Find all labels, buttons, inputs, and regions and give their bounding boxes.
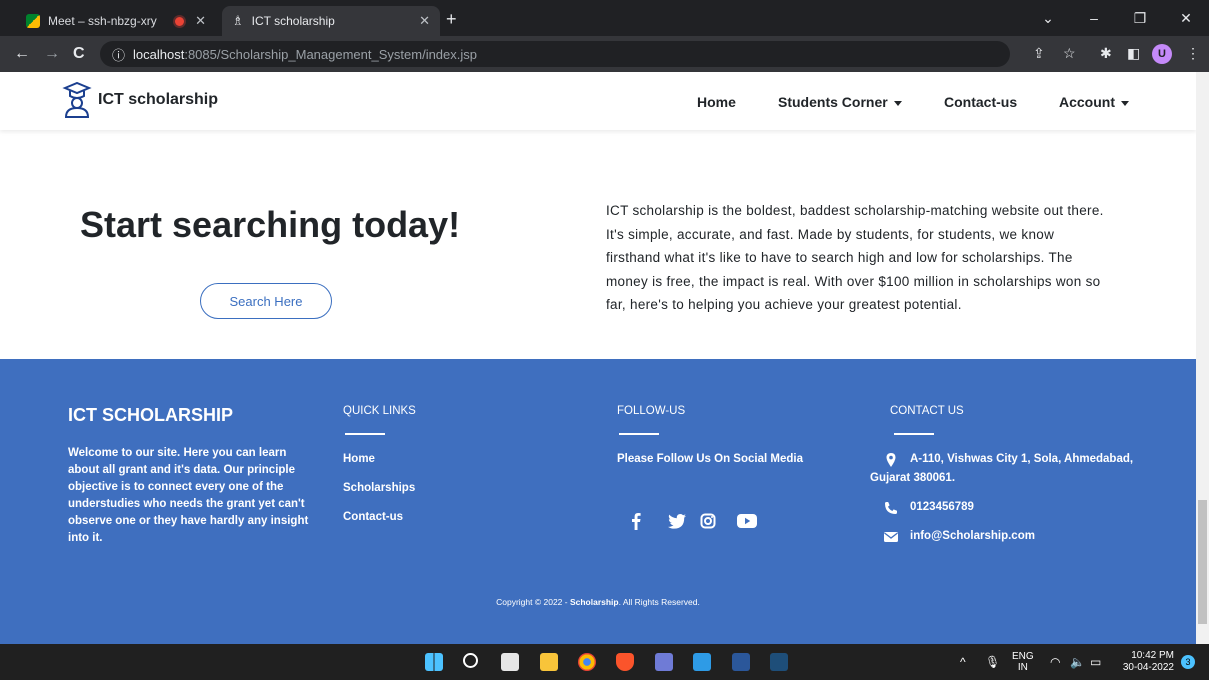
brave-icon[interactable] <box>616 653 634 671</box>
language-indicator[interactable]: ENG IN <box>1012 644 1034 680</box>
tab-search-icon[interactable]: ⌄ <box>1025 10 1071 27</box>
caret-down-icon <box>1121 100 1129 106</box>
footer-link-contact-us[interactable]: Contact-us <box>343 511 403 523</box>
volume-icon[interactable]: 🔈 <box>1070 644 1085 680</box>
follow-text: Please Follow Us On Social Media <box>617 453 803 465</box>
info-icon: ⓘ <box>112 47 126 63</box>
email-address: info@Scholarship.com <box>910 530 1035 542</box>
profile-avatar[interactable]: U <box>1152 44 1172 64</box>
restore-icon[interactable]: ❐ <box>1117 10 1163 27</box>
bookmark-star-icon[interactable]: ☆ <box>1063 45 1076 62</box>
extensions-icon[interactable]: ✱ <box>1100 45 1112 62</box>
follow-us-heading: FOLLOW-US <box>617 405 686 417</box>
copyright-brand: Scholarship <box>569 597 619 607</box>
graduate-icon: ♗ <box>232 13 244 28</box>
scrollbar-thumb[interactable] <box>1198 500 1207 624</box>
close-tab-icon[interactable]: ✕ <box>419 13 430 29</box>
window-controls: ⌄ – ❐ ✕ <box>1025 0 1209 36</box>
footer-link-scholarships[interactable]: Scholarships <box>343 482 415 494</box>
copyright-text: Copyright © 2022 - Scholarship. All Righ… <box>0 597 1196 607</box>
site-brand[interactable]: ICT scholarship <box>62 82 218 118</box>
clock-time: 10:42 PM <box>1131 650 1174 661</box>
facebook-icon[interactable] <box>626 511 646 531</box>
hero-description: ICT scholarship is the boldest, baddest … <box>606 203 1104 312</box>
language-code: ENG <box>1012 651 1034 662</box>
battery-icon[interactable]: ▭ <box>1090 644 1101 680</box>
word-icon[interactable] <box>732 653 750 671</box>
youtube-icon[interactable] <box>737 511 757 531</box>
close-window-icon[interactable]: ✕ <box>1163 10 1209 27</box>
copyright-prefix: Copyright © 2022 - <box>496 597 570 607</box>
reload-icon[interactable]: C <box>73 45 85 63</box>
notepad-icon[interactable] <box>693 653 711 671</box>
wifi-icon[interactable]: ◠ <box>1050 644 1060 680</box>
heading-underline <box>894 433 934 435</box>
browser-tab-ict[interactable]: ♗ ICT scholarship ✕ <box>222 6 440 36</box>
tray-overflow-icon[interactable]: ^ <box>960 644 966 680</box>
nav-label: Students Corner <box>778 94 888 110</box>
recording-icon <box>175 16 184 26</box>
browser-tab-bar: Meet – ssh-nbzg-xry ✕ ♗ ICT scholarship … <box>0 0 1209 36</box>
hero-title: Start searching today! <box>80 204 461 245</box>
browser-tab-meet[interactable]: Meet – ssh-nbzg-xry ✕ <box>16 6 216 36</box>
site-footer: ICT SCHOLARSHIP Welcome to our site. Her… <box>0 359 1196 644</box>
new-tab-button[interactable]: + <box>446 9 457 30</box>
phone-icon <box>885 502 897 514</box>
clock-date: 30-04-2022 <box>1122 662 1174 673</box>
instagram-icon[interactable] <box>698 511 718 531</box>
address-line2: Gujarat 380061. <box>870 472 956 484</box>
quick-links-heading: QUICK LINKS <box>343 405 416 417</box>
forward-icon[interactable]: → <box>44 45 60 63</box>
region-code: IN <box>1017 662 1028 673</box>
browser-toolbar: ← → C ⓘ localhost :8085/Scholarship_Mana… <box>0 36 1209 72</box>
caret-down-icon <box>893 100 902 106</box>
address-line1: A-110, Vishwas City 1, Sola, Ahmedabad, <box>910 453 1134 465</box>
close-tab-icon[interactable]: ✕ <box>195 13 206 29</box>
chrome-icon[interactable] <box>578 653 596 671</box>
footer-link-home[interactable]: Home <box>343 453 375 465</box>
nav-account[interactable]: Account <box>1059 94 1129 110</box>
share-icon[interactable]: ⇪ <box>1033 45 1045 62</box>
back-icon[interactable]: ← <box>14 45 30 63</box>
clock[interactable]: 10:42 PM 30-04-2022 <box>1118 644 1174 680</box>
footer-about: Welcome to our site. Here you can learn … <box>68 447 309 544</box>
tab-title: Meet – ssh-nbzg-xry <box>48 14 157 28</box>
heading-underline <box>345 433 385 435</box>
envelope-icon <box>884 532 898 542</box>
nav-label: Account <box>1059 94 1115 110</box>
copyright-suffix: . All Rights Reserved. <box>618 597 700 607</box>
search-here-button[interactable]: Search Here <box>200 283 332 319</box>
google-meet-icon <box>26 14 40 28</box>
search-icon[interactable] <box>463 653 478 668</box>
nav-contact-us[interactable]: Contact-us <box>944 94 1017 110</box>
minimize-icon[interactable]: – <box>1071 10 1117 26</box>
os-taskbar: ^ 🎙 ENG IN ◠ 🔈 ▭ 10:42 PM 30-04-2022 <box>0 644 1209 680</box>
tab-title: ICT scholarship <box>251 14 335 28</box>
menu-icon[interactable]: ⋮ <box>1186 45 1200 62</box>
twitter-icon[interactable] <box>667 511 687 531</box>
app-icon[interactable] <box>655 653 673 671</box>
address-bar[interactable]: ⓘ localhost :8085/Scholarship_Management… <box>100 41 1010 67</box>
nav-home[interactable]: Home <box>697 94 736 110</box>
graduate-icon <box>62 82 92 118</box>
notification-badge[interactable]: 3 <box>1181 655 1195 669</box>
contact-us-heading: CONTACT US <box>890 405 964 417</box>
mysql-workbench-icon[interactable] <box>770 653 788 671</box>
site-navbar: ICT scholarship Home Students Corner Con… <box>0 72 1196 130</box>
footer-title: ICT SCHOLARSHIP <box>68 405 234 425</box>
brand-name: ICT scholarship <box>98 91 219 108</box>
microphone-icon[interactable]: 🎙 <box>985 644 1000 680</box>
task-view-icon[interactable] <box>501 653 519 671</box>
side-panel-icon[interactable]: ◧ <box>1127 45 1140 62</box>
file-explorer-icon[interactable] <box>540 653 558 671</box>
url-host: localhost <box>133 46 185 62</box>
windows-start-icon[interactable] <box>425 653 443 671</box>
heading-underline <box>619 433 659 435</box>
nav-students-corner[interactable]: Students Corner <box>778 94 902 110</box>
phone-number: 0123456789 <box>910 501 974 513</box>
map-marker-icon <box>886 453 896 467</box>
url-path: :8085/Scholarship_Management_System/inde… <box>184 46 477 62</box>
